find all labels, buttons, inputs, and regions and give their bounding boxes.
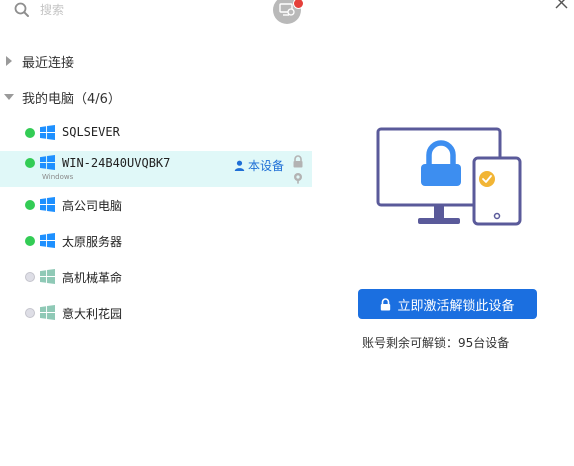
- search-icon: [14, 2, 29, 17]
- online-status-dot: [25, 200, 35, 210]
- search-bar: [0, 0, 312, 24]
- lock-icon: [381, 297, 391, 310]
- device-name: 意大利花园: [62, 307, 123, 321]
- device-name: SQLSEVER: [62, 125, 120, 139]
- activate-unlock-label: 立即激活解锁此设备: [397, 298, 515, 314]
- windows-icon: [40, 233, 55, 248]
- group-my-computers[interactable]: 我的电脑（4/6）: [0, 86, 312, 108]
- online-status-dot: [25, 128, 35, 138]
- tablet-icon: [472, 156, 522, 226]
- device-name: WIN-24B40UVQBK7: [62, 156, 171, 170]
- device-row[interactable]: 高公司电脑: [0, 190, 312, 220]
- search-input[interactable]: [40, 2, 240, 18]
- device-row[interactable]: 太原服务器: [0, 226, 312, 256]
- group-recent-label: 最近连接: [22, 55, 75, 71]
- device-row[interactable]: 高机械革命: [0, 262, 312, 292]
- windows-icon: [40, 269, 55, 284]
- caret-right-icon: [6, 56, 12, 66]
- activate-unlock-button[interactable]: 立即激活解锁此设备: [358, 289, 537, 319]
- user-icon: [234, 160, 245, 171]
- online-status-dot: [25, 236, 35, 246]
- lock-icon[interactable]: [292, 155, 304, 168]
- group-recent[interactable]: 最近连接: [0, 50, 312, 72]
- device-os-label: Windows: [42, 173, 74, 181]
- notification-badge: [293, 0, 304, 9]
- windows-icon: [40, 197, 55, 212]
- windows-icon: [40, 155, 55, 170]
- offline-status-dot: [25, 272, 35, 282]
- unlock-quota-text: 账号剩余可解锁：95台设备: [362, 336, 510, 350]
- close-icon[interactable]: [553, 0, 571, 12]
- group-my-computers-label: 我的电脑（4/6）: [22, 91, 121, 107]
- online-status-dot: [25, 158, 35, 168]
- location-pin-icon[interactable]: [292, 172, 304, 184]
- this-device-tag[interactable]: 本设备: [234, 157, 284, 174]
- device-name: 太原服务器: [62, 235, 123, 249]
- device-row[interactable]: 意大利花园: [0, 298, 312, 328]
- device-row-selected[interactable]: WIN-24B40UVQBK7 Windows 本设备: [0, 151, 312, 187]
- device-row[interactable]: SQLSEVER: [0, 118, 312, 148]
- device-name: 高机械革命: [62, 271, 123, 285]
- this-device-label: 本设备: [248, 159, 285, 173]
- locked-device-illustration: [376, 127, 522, 226]
- windows-icon: [40, 305, 55, 320]
- device-name: 高公司电脑: [62, 199, 123, 213]
- windows-icon: [40, 125, 55, 140]
- check-badge-icon: [479, 171, 495, 187]
- offline-status-dot: [25, 308, 35, 318]
- caret-down-icon: [4, 94, 14, 100]
